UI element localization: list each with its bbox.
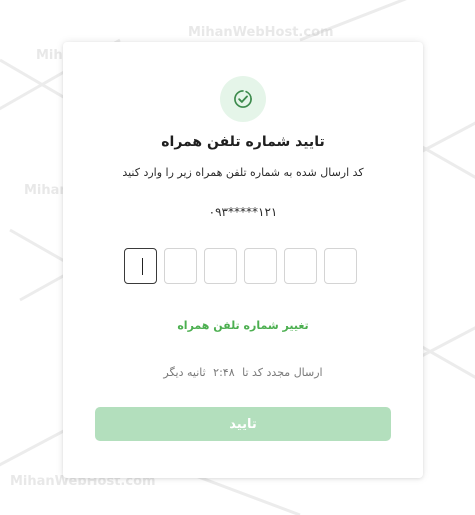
- page-title: تایید شماره تلفن همراه: [161, 134, 325, 150]
- resend-countdown: ارسال مجدد کد تا ۲:۴۸ ثانیه دیگر: [63, 366, 423, 379]
- otp-digit-5[interactable]: [284, 248, 317, 284]
- otp-digit-4[interactable]: [244, 248, 277, 284]
- change-phone-link[interactable]: تغییر شماره تلفن همراه: [63, 319, 423, 332]
- check-circle-icon: [220, 76, 266, 122]
- masked-phone-number: ۰۹۳*****۱۲۱: [208, 205, 278, 219]
- resend-suffix: ثانیه دیگر: [163, 366, 206, 379]
- check-circle-icon-glyph: [234, 90, 252, 108]
- resend-prefix: ارسال مجدد کد تا: [242, 366, 323, 379]
- otp-digit-6[interactable]: [324, 248, 357, 284]
- otp-input-group: [124, 248, 361, 284]
- otp-digit-3[interactable]: [204, 248, 237, 284]
- page: MihanWebHost.com MihanWebHost.com MihanW…: [0, 0, 475, 515]
- otp-cursor: [142, 258, 143, 275]
- verify-phone-card: تایید شماره تلفن همراه کد ارسال شده به ش…: [63, 42, 423, 478]
- instruction-text: کد ارسال شده به شماره تلفن همراه زیر را …: [122, 166, 364, 179]
- resend-timer: ۲:۴۸: [213, 366, 235, 379]
- otp-digit-1[interactable]: [124, 248, 157, 284]
- otp-digit-2[interactable]: [164, 248, 197, 284]
- confirm-button[interactable]: تایید: [95, 407, 391, 441]
